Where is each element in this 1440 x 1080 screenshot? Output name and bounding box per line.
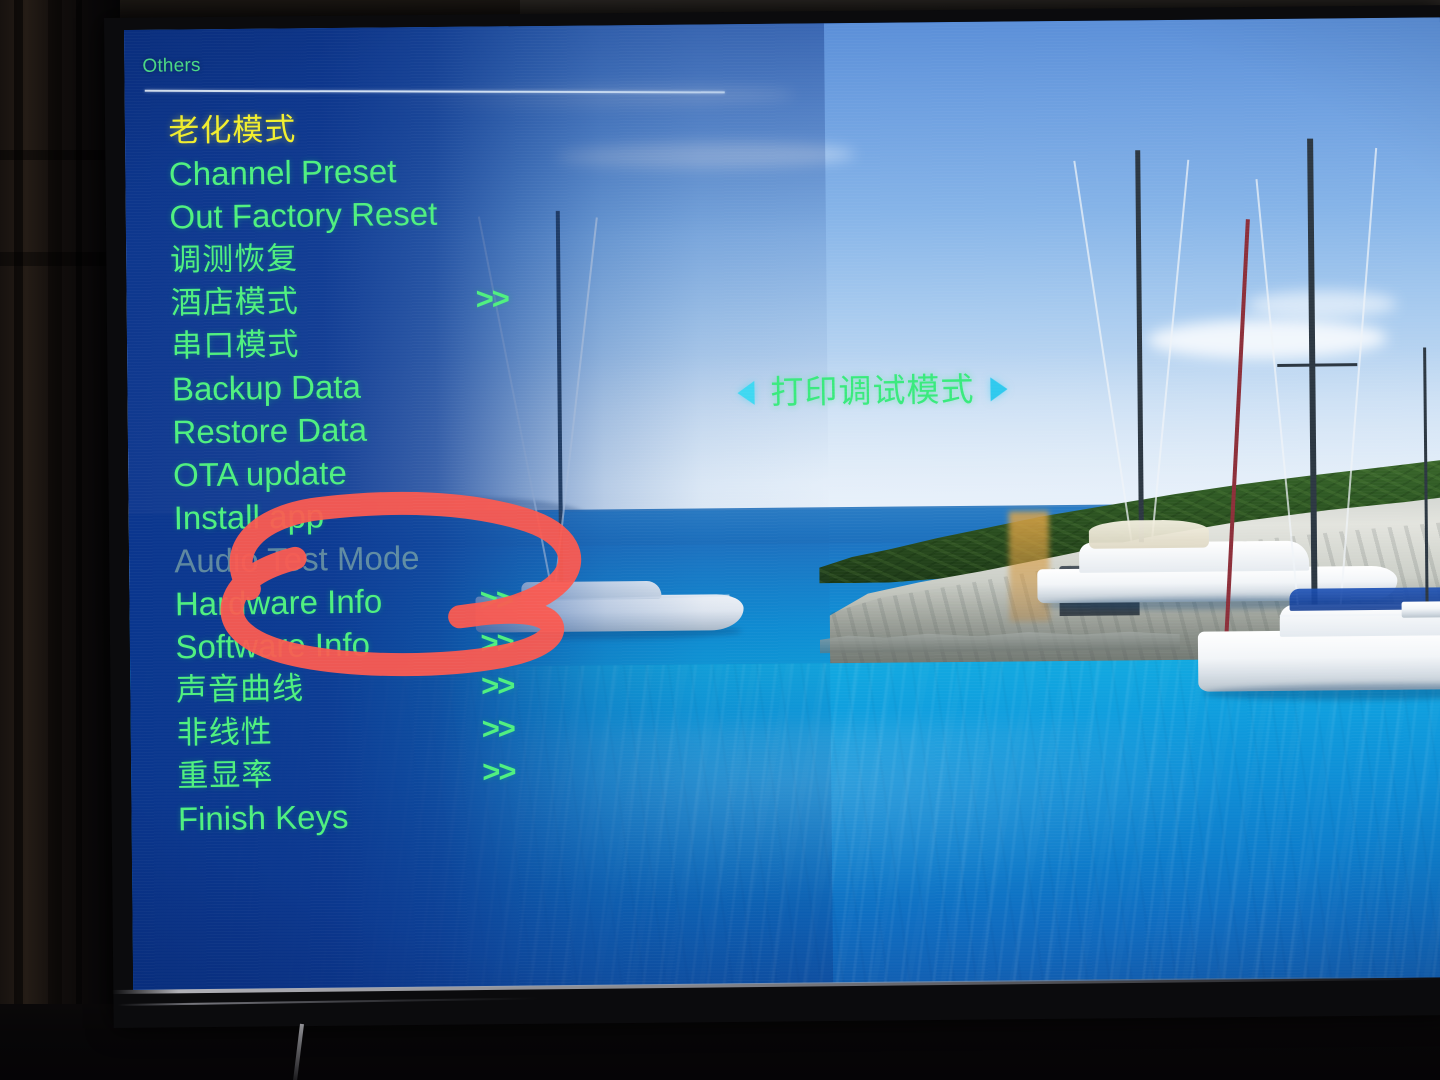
menu-item-label: 调测恢复 bbox=[169, 240, 299, 278]
submenu-chevron-icon[interactable]: >> bbox=[481, 711, 514, 746]
menu-item[interactable]: Finish Keys bbox=[153, 788, 834, 840]
menu-item-label: Install app bbox=[173, 497, 325, 537]
value-selector[interactable]: 打印调试模式 bbox=[737, 370, 1008, 411]
menu-item-label: Out Factory Reset bbox=[169, 194, 438, 236]
submenu-chevron-icon[interactable]: >> bbox=[475, 281, 508, 316]
menu-item-label: Software Info bbox=[175, 625, 371, 666]
submenu-chevron-icon[interactable]: >> bbox=[481, 668, 514, 703]
menu-item-label: 酒店模式 bbox=[170, 283, 299, 321]
page-title: Others bbox=[142, 55, 201, 77]
menu-item-label: Finish Keys bbox=[177, 798, 349, 838]
menu-item-label: 串口模式 bbox=[171, 326, 300, 364]
room-wall-left bbox=[0, 0, 120, 1080]
menu-item-label: 重显率 bbox=[177, 757, 274, 794]
menu-item-label: Backup Data bbox=[171, 367, 362, 408]
menu-item-list: 老化模式 Channel Preset Out Factory Reset 调测恢复酒… bbox=[143, 100, 833, 840]
right-triangle-icon[interactable] bbox=[990, 376, 1008, 401]
menu-item-label: Audio Test Mode bbox=[174, 539, 420, 580]
title-divider bbox=[144, 89, 725, 94]
menu-item-label: 声音曲线 bbox=[175, 670, 305, 708]
value-selector-label: 打印调试模式 bbox=[770, 370, 975, 411]
menu-item-label: Restore Data bbox=[172, 410, 368, 451]
others-menu: Others 老化模式 Channel Preset Out Factory Res… bbox=[142, 46, 834, 955]
menu-item-label: Channel Preset bbox=[168, 152, 397, 193]
submenu-chevron-icon[interactable]: >> bbox=[480, 625, 513, 660]
submenu-chevron-icon[interactable]: >> bbox=[480, 582, 513, 617]
menu-item-label: Hardware Info bbox=[174, 582, 383, 623]
photo-of-tv: Others 老化模式 Channel Preset Out Factory Res… bbox=[0, 0, 1440, 1080]
menu-item-label: 老化模式 bbox=[168, 111, 297, 149]
menu-item-label: OTA update bbox=[172, 454, 348, 494]
left-triangle-icon[interactable] bbox=[737, 380, 755, 405]
menu-item-label: 非线性 bbox=[176, 714, 273, 751]
tv-screen: Others 老化模式 Channel Preset Out Factory Res… bbox=[124, 17, 1440, 990]
submenu-chevron-icon[interactable]: >> bbox=[482, 754, 515, 789]
